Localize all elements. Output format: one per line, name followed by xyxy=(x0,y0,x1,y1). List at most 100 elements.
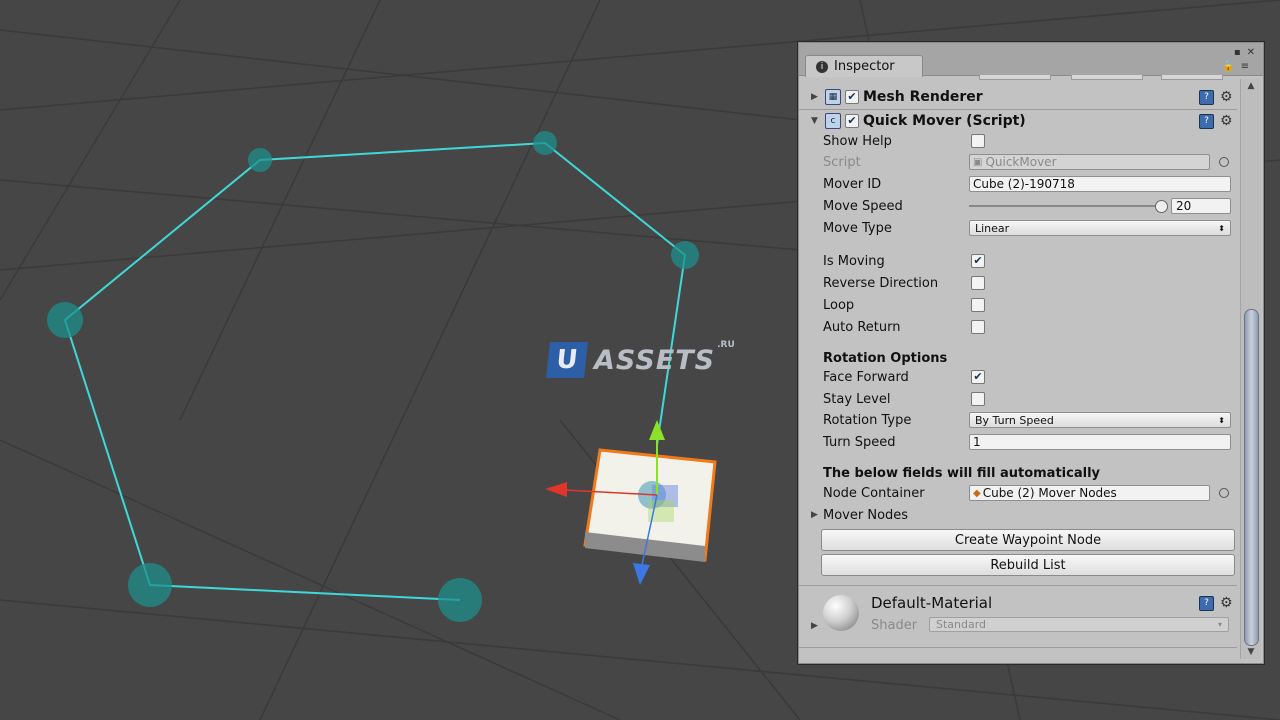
tab-inspector[interactable]: i Inspector xyxy=(805,55,923,77)
watermark-text: ASSETS xyxy=(594,344,716,376)
move-type-row: Move Type Linear ⬍ xyxy=(799,218,1237,238)
move-type-dropdown[interactable]: Linear ⬍ xyxy=(969,220,1231,236)
mover-id-row: Mover ID Cube (2)-190718 xyxy=(799,174,1237,194)
scroll-down-icon[interactable]: ▼ xyxy=(1241,645,1261,659)
gear-icon[interactable]: ⚙ xyxy=(1220,113,1233,129)
face-forward-label: Face Forward xyxy=(823,369,909,385)
script-row: Script ▣ QuickMover xyxy=(799,152,1237,172)
inspector-tab-bar: i Inspector ▪ ✕ 🔒 ≡ xyxy=(799,43,1263,77)
info-icon: i xyxy=(816,60,828,73)
loop-checkbox[interactable] xyxy=(971,298,985,312)
gear-icon[interactable]: ⚙ xyxy=(1220,595,1233,611)
move-speed-row: Move Speed 20 xyxy=(799,196,1237,216)
chevron-down-icon: ▾ xyxy=(1217,620,1222,629)
object-picker-icon[interactable] xyxy=(1219,488,1229,498)
watermark-suffix: .RU xyxy=(717,340,735,350)
auto-fill-header: The below fields will fill automatically xyxy=(823,465,1100,481)
material-name: Default-Material xyxy=(871,594,993,612)
rotation-type-label: Rotation Type xyxy=(823,412,912,428)
mover-id-label: Mover ID xyxy=(823,176,882,192)
rebuild-list-button[interactable]: Rebuild List xyxy=(821,554,1235,576)
move-speed-slider-knob[interactable] xyxy=(1155,200,1168,213)
inspector-window: i Inspector ▪ ✕ 🔒 ≡ ▶ ▦ ✔ Mesh Renderer … xyxy=(798,42,1264,664)
script-value: QuickMover xyxy=(985,155,1057,169)
gear-icon[interactable]: ⚙ xyxy=(1220,89,1233,105)
mesh-renderer-enabled-checkbox[interactable]: ✔ xyxy=(845,90,859,104)
mesh-renderer-title: Mesh Renderer xyxy=(863,89,983,105)
create-waypoint-node-button[interactable]: Create Waypoint Node xyxy=(821,529,1235,551)
auto-return-row: Auto Return xyxy=(799,317,1237,337)
mover-nodes-row[interactable]: ▶ Mover Nodes xyxy=(799,505,1237,525)
is-moving-checkbox[interactable]: ✔ xyxy=(971,254,985,268)
node-container-field[interactable]: ◆ Cube (2) Mover Nodes xyxy=(969,485,1210,501)
close-icon[interactable]: ✕ xyxy=(1247,47,1255,58)
move-speed-slider-track[interactable] xyxy=(969,205,1159,207)
reverse-direction-label: Reverse Direction xyxy=(823,275,939,291)
mover-id-field[interactable]: Cube (2)-190718 xyxy=(969,176,1231,192)
node-container-value: Cube (2) Mover Nodes xyxy=(982,486,1117,500)
waypoint-node xyxy=(47,302,83,338)
collapsed-arrow-icon[interactable]: ▶ xyxy=(811,92,818,102)
divider xyxy=(799,585,1237,586)
maximize-icon[interactable]: ▪ xyxy=(1234,47,1241,58)
rotation-type-value: By Turn Speed xyxy=(975,413,1054,427)
tab-inspector-label: Inspector xyxy=(834,59,895,74)
help-icon[interactable]: ? xyxy=(1199,89,1214,105)
tab-tools: 🔒 ≡ xyxy=(1222,61,1249,72)
quick-mover-title: Quick Mover (Script) xyxy=(863,113,1026,129)
rotation-options-header: Rotation Options xyxy=(823,350,948,366)
script-label: Script xyxy=(823,154,861,170)
component-quick-mover[interactable]: ▼ c ✔ Quick Mover (Script) ? ⚙ xyxy=(799,111,1237,131)
lock-icon[interactable]: 🔒 xyxy=(1222,61,1234,72)
stay-level-checkbox[interactable] xyxy=(971,392,985,406)
object-picker-icon[interactable] xyxy=(1219,157,1229,167)
face-forward-checkbox[interactable]: ✔ xyxy=(971,370,985,384)
help-icon[interactable]: ? xyxy=(1199,113,1214,129)
collapsed-arrow-icon[interactable]: ▶ xyxy=(811,621,818,631)
selected-cube xyxy=(583,448,717,562)
waypoint-node xyxy=(671,241,699,269)
gameobject-icon: ◆ xyxy=(973,487,981,499)
window-buttons: ▪ ✕ xyxy=(1234,47,1255,58)
rotation-type-row: Rotation Type By Turn Speed ⬍ xyxy=(799,410,1237,430)
node-container-label: Node Container xyxy=(823,485,925,501)
script-icon: c xyxy=(825,113,841,129)
shader-dropdown[interactable]: Standard ▾ xyxy=(929,617,1229,632)
component-mesh-renderer[interactable]: ▶ ▦ ✔ Mesh Renderer ? ⚙ xyxy=(799,87,1237,107)
menu-icon[interactable]: ≡ xyxy=(1241,61,1249,72)
quick-mover-enabled-checkbox[interactable]: ✔ xyxy=(845,114,859,128)
show-help-label: Show Help xyxy=(823,133,892,149)
uassets-watermark: U ASSETS .RU xyxy=(546,340,735,378)
script-file-icon: ▣ xyxy=(973,156,983,168)
expanded-arrow-icon[interactable]: ▼ xyxy=(811,116,818,126)
face-forward-row: Face Forward ✔ xyxy=(799,367,1237,387)
show-help-checkbox[interactable] xyxy=(971,134,985,148)
waypoint-node xyxy=(438,578,482,622)
stay-level-label: Stay Level xyxy=(823,391,891,407)
rotation-type-dropdown[interactable]: By Turn Speed ⬍ xyxy=(969,412,1231,428)
auto-return-checkbox[interactable] xyxy=(971,320,985,334)
waypoint-node xyxy=(533,131,557,155)
vertical-scrollbar[interactable]: ▲ ▼ xyxy=(1240,79,1261,659)
waypoint-node xyxy=(128,563,172,607)
shader-value: Standard xyxy=(936,618,987,631)
shader-label: Shader xyxy=(871,618,918,633)
turn-speed-label: Turn Speed xyxy=(823,434,896,450)
material-preview-sphere xyxy=(823,595,859,631)
scrollbar-thumb[interactable] xyxy=(1244,309,1259,646)
help-icon[interactable]: ? xyxy=(1199,595,1214,611)
dropdown-arrows-icon: ⬍ xyxy=(1218,223,1225,233)
move-type-value: Linear xyxy=(975,221,1010,235)
move-speed-label: Move Speed xyxy=(823,198,903,214)
collapsed-arrow-icon[interactable]: ▶ xyxy=(811,510,818,520)
is-moving-label: Is Moving xyxy=(823,253,885,269)
scroll-up-icon[interactable]: ▲ xyxy=(1241,79,1261,93)
turn-speed-field[interactable]: 1 xyxy=(969,434,1231,450)
script-field: ▣ QuickMover xyxy=(969,154,1210,170)
node-container-row: Node Container ◆ Cube (2) Mover Nodes xyxy=(799,483,1237,503)
loop-row: Loop xyxy=(799,295,1237,315)
reverse-direction-checkbox[interactable] xyxy=(971,276,985,290)
mesh-renderer-icon: ▦ xyxy=(825,89,841,105)
move-speed-field[interactable]: 20 xyxy=(1171,198,1231,214)
material-section: ▶ Default-Material ? ⚙ Shader Standard ▾ xyxy=(799,589,1237,639)
